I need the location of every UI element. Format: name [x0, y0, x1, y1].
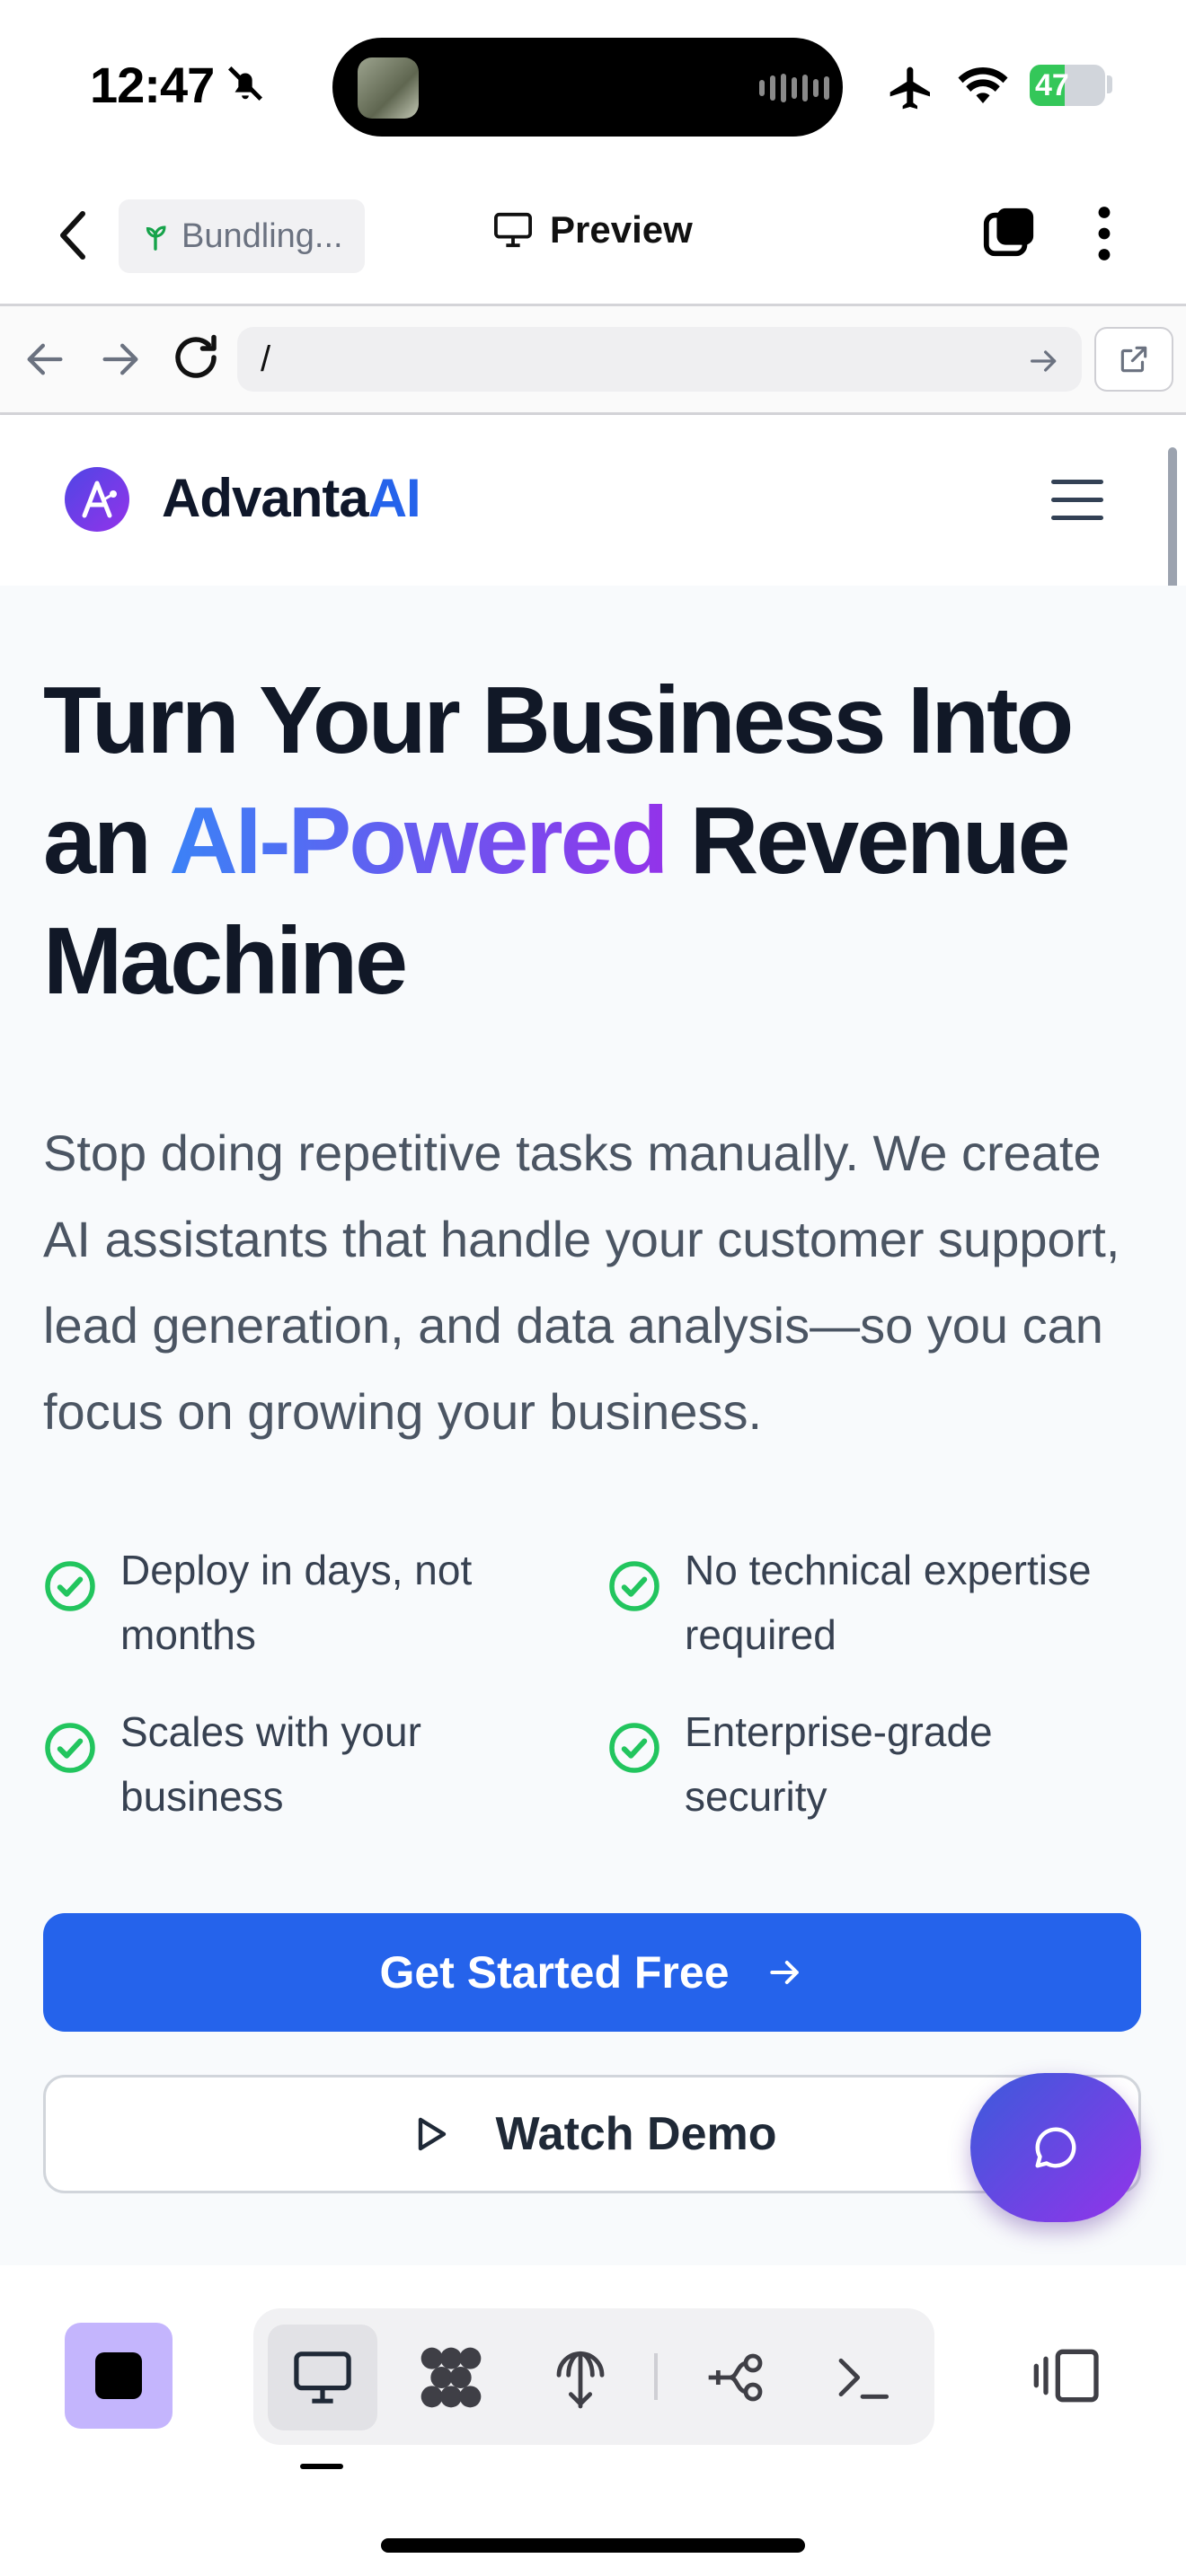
feature-item: Enterprise-grade security: [607, 1699, 1125, 1829]
check-circle-icon: [609, 1723, 659, 1773]
view-workflow-tab[interactable]: [681, 2324, 789, 2431]
active-tab-indicator: [300, 2464, 343, 2469]
brand-name[interactable]: AdvantaAI: [162, 467, 421, 529]
feature-text: Enterprise-grade security: [685, 1708, 993, 1820]
arrow-right-icon: [769, 1960, 799, 1985]
view-deploy-tab[interactable]: [527, 2324, 634, 2431]
more-options-icon[interactable]: [1091, 205, 1118, 262]
check-circle-icon: [45, 1723, 95, 1773]
sprout-icon: [146, 225, 166, 251]
url-input[interactable]: /: [237, 327, 1082, 392]
silent-mode-icon: [227, 66, 263, 101]
battery-percentage: 47: [1035, 68, 1069, 102]
nav-back-arrow-icon[interactable]: [22, 334, 68, 384]
get-started-button[interactable]: Get Started Free: [43, 1913, 1141, 2032]
get-started-label: Get Started Free: [379, 1947, 730, 1998]
chat-button[interactable]: [970, 2073, 1141, 2222]
brand-name-main: Advanta: [162, 468, 369, 528]
stop-button[interactable]: [65, 2323, 173, 2429]
hero-title-highlight: AI-Powered: [169, 788, 668, 894]
view-terminal-tab[interactable]: [809, 2324, 916, 2431]
battery-icon: 47: [1030, 65, 1105, 106]
battery-cap: [1107, 75, 1112, 93]
stop-icon: [95, 2352, 142, 2399]
panel-toggle-icon[interactable]: [1031, 2344, 1103, 2407]
feature-text: Deploy in days, not months: [120, 1547, 473, 1658]
hamburger-menu-icon[interactable]: [1051, 480, 1103, 521]
reload-icon[interactable]: [169, 331, 223, 384]
now-playing-thumbnail[interactable]: [358, 57, 419, 119]
watch-demo-label: Watch Demo: [495, 2108, 777, 2160]
feature-text: Scales with your business: [120, 1708, 421, 1820]
bundling-status-chip[interactable]: Bundling...: [119, 199, 365, 273]
status-time: 12:47: [90, 57, 215, 113]
feature-item: Deploy in days, not months: [43, 1538, 561, 1667]
preview-title: Preview: [492, 208, 693, 251]
wifi-icon: [958, 67, 1008, 103]
brand-name-accent: AI: [367, 468, 421, 528]
check-circle-icon: [609, 1561, 659, 1611]
bundling-label: Bundling...: [181, 216, 343, 255]
monitor-icon: [294, 2351, 351, 2404]
chat-bubble-icon: [1035, 2127, 1076, 2168]
airplane-mode-icon: [890, 66, 930, 110]
audio-waveform-icon: [759, 74, 829, 102]
view-assets-tab[interactable]: [397, 2324, 505, 2431]
url-go-arrow-icon[interactable]: [1026, 343, 1062, 379]
back-chevron-icon[interactable]: [52, 208, 95, 262]
view-preview-tab[interactable]: [269, 2324, 376, 2431]
feature-item: No technical expertise required: [607, 1538, 1125, 1667]
workflow-icon: [708, 2353, 763, 2402]
monitor-icon: [494, 212, 532, 248]
toolbar-separator: [654, 2353, 658, 2400]
hero-title: Turn Your Business Into an AI-Powered Re…: [43, 660, 1148, 1021]
terminal-icon: [838, 2358, 890, 2399]
nav-forward-arrow-icon[interactable]: [97, 334, 144, 384]
brand-logo-icon[interactable]: [65, 467, 129, 532]
feature-item: Scales with your business: [43, 1699, 561, 1829]
open-external-button[interactable]: [1094, 327, 1173, 392]
tabs-icon[interactable]: [981, 205, 1037, 260]
deploy-icon: [556, 2351, 605, 2409]
feature-text: No technical expertise required: [685, 1547, 1092, 1658]
play-icon: [418, 2117, 446, 2151]
apps-grid-icon: [420, 2347, 482, 2408]
home-indicator: [381, 2538, 805, 2553]
preview-label: Preview: [550, 208, 693, 251]
external-link-icon: [1120, 346, 1147, 373]
check-circle-icon: [45, 1561, 95, 1611]
hero-subtitle: Stop doing repetitive tasks manually. We…: [43, 1125, 1120, 1440]
